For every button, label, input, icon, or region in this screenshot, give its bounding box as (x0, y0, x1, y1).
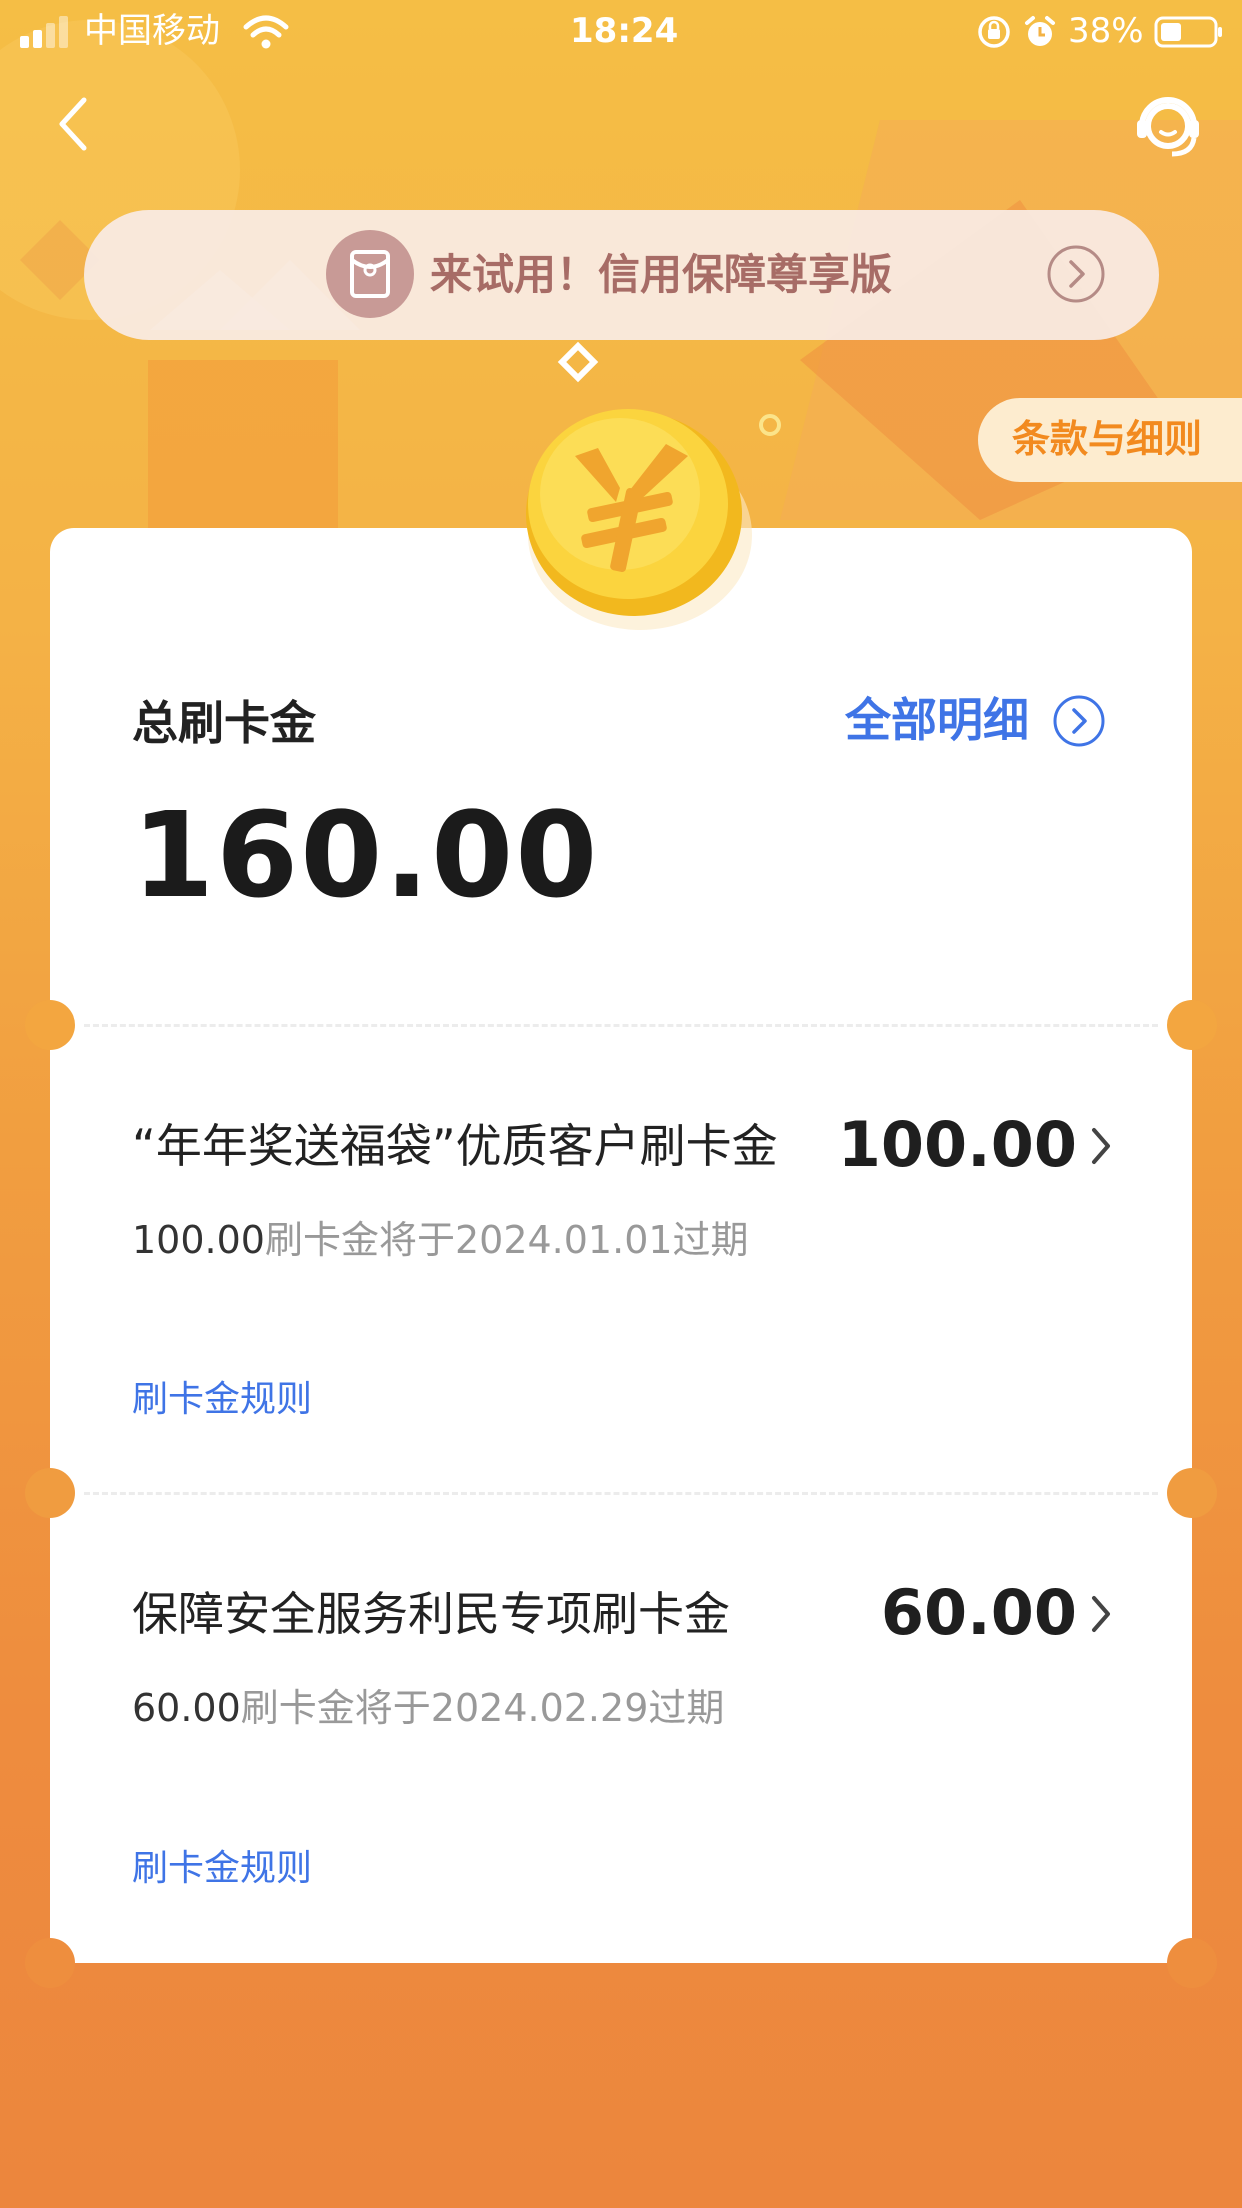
chevron-right-icon[interactable] (1086, 1590, 1116, 1638)
item-expire-note: 100.00刷卡金将于2024.01.01过期 (132, 1216, 749, 1264)
item-amount[interactable]: 60.00 (881, 1578, 1077, 1648)
expire-amount: 60.00 (132, 1686, 241, 1730)
circle-chevron-right-icon[interactable] (1052, 694, 1106, 748)
battery-percent: 38% (1068, 11, 1144, 51)
total-amount: 160.00 (132, 786, 600, 924)
screen: 中国移动 18:24 38% 来试用！信用保障尊享版 条款与细则 总刷卡金 全部… (0, 0, 1242, 2208)
expire-amount: 100.00 (132, 1218, 265, 1262)
promo-banner[interactable]: 来试用！信用保障尊享版 (84, 210, 1159, 340)
terms-button[interactable]: 条款与细则 (978, 398, 1242, 482)
signal-icon (20, 14, 72, 48)
back-button[interactable] (34, 84, 114, 164)
rules-link[interactable]: 刷卡金规则 (132, 1377, 312, 1423)
status-bar: 中国移动 18:24 38% (0, 0, 1242, 62)
chevron-right-icon[interactable] (1086, 1122, 1116, 1170)
ticket-notch-right (1167, 1000, 1217, 1050)
ticket-notch-left (25, 1468, 75, 1518)
terms-label: 条款与细则 (1012, 417, 1203, 461)
dashed-divider (84, 1492, 1158, 1495)
dashed-divider (84, 1024, 1158, 1027)
alarm-icon (1025, 16, 1055, 46)
red-envelope-icon (326, 230, 414, 318)
yen-coin-icon (526, 409, 752, 630)
item-title[interactable]: 保障安全服务利民专项刷卡金 (132, 1586, 730, 1642)
item-expire-note: 60.00刷卡金将于2024.02.29过期 (132, 1684, 724, 1732)
expire-text: 刷卡金将于2024.01.01过期 (264, 1218, 749, 1262)
orientation-lock-icon (978, 16, 1010, 48)
customer-service-icon[interactable] (1128, 84, 1208, 164)
battery-icon (1154, 16, 1222, 48)
expire-text: 刷卡金将于2024.02.29过期 (240, 1686, 725, 1730)
item-title[interactable]: “年年奖送福袋”优质客户刷卡金 (132, 1118, 778, 1174)
banner-text: 来试用！信用保障尊享版 (430, 250, 893, 299)
total-label: 总刷卡金 (132, 696, 316, 750)
ticket-notch-left (25, 1938, 75, 1988)
item-amount[interactable]: 100.00 (838, 1110, 1077, 1180)
carrier-name: 中国移动 (84, 11, 220, 51)
wifi-icon (243, 15, 289, 49)
circle-chevron-right-icon (1047, 245, 1105, 303)
ticket-notch-right (1167, 1938, 1217, 1988)
ticket-notch-left (25, 1000, 75, 1050)
ticket-notch-right (1167, 1468, 1217, 1518)
rules-link[interactable]: 刷卡金规则 (132, 1846, 312, 1892)
status-time: 18:24 (570, 11, 679, 51)
all-details-link[interactable]: 全部明细 (845, 692, 1029, 748)
